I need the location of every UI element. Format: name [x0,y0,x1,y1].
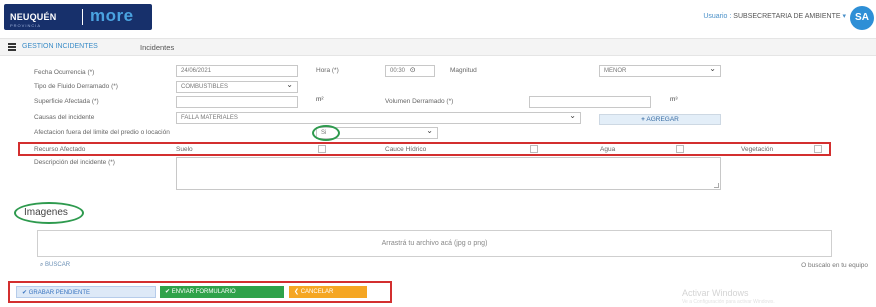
cancel-button[interactable]: ❮ CANCELAR [289,286,367,298]
logo-brand: more [90,6,134,25]
recurso-agua-checkbox[interactable] [676,145,684,153]
menu-icon[interactable] [8,43,16,51]
recurso-cauce-label: Cauce Hídrico [385,146,427,153]
logo-text: NEUQUÉN [10,12,57,22]
volumen-input[interactable] [529,96,651,108]
tipo-select[interactable]: COMBUSTIBLES [176,80,298,93]
search-icon: ⌕ [40,262,44,268]
recurso-vegetacion-label: Vegetación [741,146,774,153]
breadcrumb-bar: GESTION INCIDENTES Incidentes [0,38,876,56]
descripcion-textarea[interactable] [176,157,721,190]
volumen-label: Volumen Derramado (*) [385,98,454,105]
logo-tagline: PROVINCIA [10,23,42,28]
magnitud-label: Magnitud [450,67,477,74]
breadcrumb-module[interactable]: GESTION INCIDENTES [22,43,98,50]
volumen-unit: m³ [670,96,678,103]
fecha-label: Fecha Ocurrencia (*) [34,69,95,76]
check-icon: ✔ [22,290,28,296]
recurso-vegetacion-checkbox[interactable] [814,145,822,153]
descripcion-label: Descripción del incidente (*) [34,159,115,166]
breadcrumb-page: Incidentes [140,43,175,52]
clock-icon[interactable]: ⊙ [410,67,416,74]
recurso-suelo-label: Suelo [176,146,193,153]
save-pending-label: GRABAR PENDIENTE [28,290,91,296]
imagenes-title: Imagenes [24,207,68,218]
check-icon: ✔ [165,289,171,295]
superficie-input[interactable] [176,96,298,108]
app-logo[interactable]: NEUQUÉN more PROVINCIA [4,4,152,30]
watermark-subtitle: Ve a Configuración para activar Windows. [682,299,775,305]
recurso-label: Recurso Afectado [34,146,86,153]
plus-icon: + [641,116,645,123]
cancel-label: CANCELAR [300,289,334,295]
activation-watermark: Activar Windows Ve a Configuración para … [682,288,775,305]
dropzone-text: Arrastrá tu archivo acá (jpg o png) [381,240,488,247]
drop-hint: O buscalo en tu equipo [801,262,868,269]
magnitud-select[interactable]: MENOR [599,64,721,77]
chevron-down-icon: ▾ [842,13,846,20]
add-causa-button[interactable]: + AGREGAR [599,114,721,125]
superficie-label: Superficie Afectada (*) [34,98,99,105]
superficie-unit: m² [316,96,324,103]
causas-label: Causas del incidente [34,114,95,121]
fecha-input[interactable]: 24/06/2021 [176,65,298,77]
chevron-left-icon: ❮ [294,289,300,295]
send-form-label: ENVIAR FORMULARIO [171,289,236,295]
user-label: Usuario : [703,13,732,20]
recurso-cauce-checkbox[interactable] [530,145,538,153]
add-causa-label: AGREGAR [646,116,679,123]
tipo-label: Tipo de Fluido Derramado (*) [34,83,118,90]
search-button[interactable]: ⌕ BUSCAR [40,262,70,269]
search-label: BUSCAR [45,262,71,268]
avatar[interactable]: SA [850,6,874,30]
hora-value: 00:30 [390,68,406,74]
watermark-title: Activar Windows [682,288,749,298]
user-name: SUBSECRETARIA DE AMBIENTE [733,13,841,20]
user-menu[interactable]: Usuario : SUBSECRETARIA DE AMBIENTE ▾ [703,12,846,20]
image-dropzone[interactable]: Arrastrá tu archivo acá (jpg o png) [37,230,832,257]
recurso-suelo-checkbox[interactable] [318,145,326,153]
recurso-agua-label: Agua [600,146,616,153]
top-bar: NEUQUÉN more PROVINCIA Usuario : SUBSECR… [0,0,876,36]
logo-separator [82,9,83,25]
afectacion-fuera-label: Afectacion fuera del limite del predio o… [34,129,170,136]
hora-label: Hora (*) [316,67,339,74]
send-form-button[interactable]: ✔ ENVIAR FORMULARIO [160,286,284,298]
highlight-oval-afectacion [312,125,340,141]
save-pending-button[interactable]: ✔ GRABAR PENDIENTE [16,286,156,298]
hora-input[interactable]: 00:30 ⊙ [385,65,435,77]
causas-select[interactable]: FALLA MATERIALES [176,111,581,124]
